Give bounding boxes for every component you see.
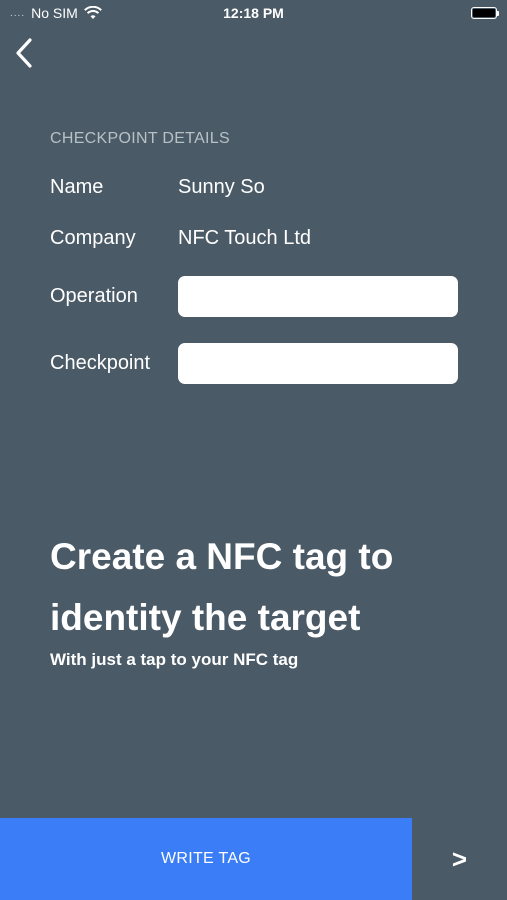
name-value: Sunny So	[178, 176, 265, 198]
battery-level	[473, 9, 495, 17]
nav-bar	[0, 26, 507, 80]
checkpoint-label: Checkpoint	[50, 352, 151, 374]
company-value: NFC Touch Ltd	[178, 227, 312, 249]
promo-subheadline: With just a tap to your NFC tag	[50, 650, 299, 669]
operation-label: Operation	[50, 285, 138, 307]
next-button[interactable]: >	[412, 818, 507, 900]
clock: 12:18 PM	[223, 5, 284, 21]
battery-cap	[497, 11, 499, 16]
write-tag-button[interactable]: WRITE TAG	[0, 818, 412, 900]
operation-input[interactable]	[178, 276, 458, 317]
promo-headline: Create a NFC tag to identity the target	[50, 536, 394, 638]
company-label: Company	[50, 227, 136, 249]
name-label: Name	[50, 176, 104, 198]
back-button[interactable]	[10, 34, 42, 72]
section-title: CHECKPOINT DETAILS	[50, 130, 230, 147]
chevron-left-icon	[16, 38, 32, 68]
battery-icon	[471, 7, 499, 19]
status-bar: .... No SIM 12:18 PM	[0, 0, 507, 26]
checkpoint-input[interactable]	[178, 343, 458, 384]
